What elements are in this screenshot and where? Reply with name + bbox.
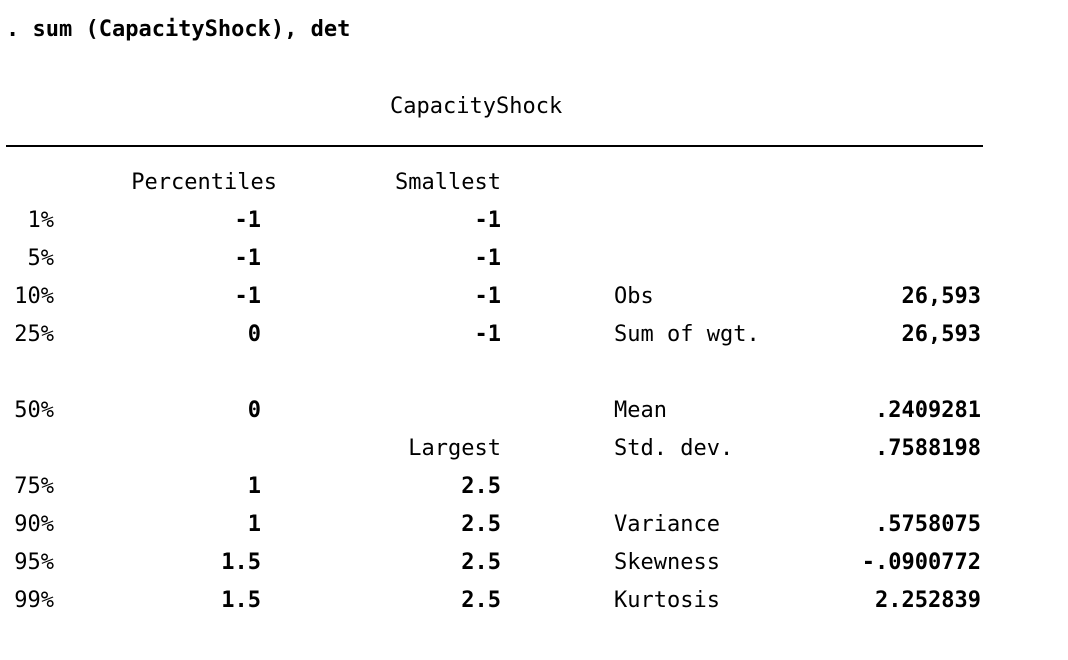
stat-value-obs: 26,593 <box>901 284 981 309</box>
largest-value: 2.5 <box>461 512 501 537</box>
percentile-value: -1 <box>234 208 262 233</box>
stat-label-variance: Variance <box>614 512 720 537</box>
percentile-value: -1 <box>234 246 262 271</box>
stat-label-mean: Mean <box>614 398 667 423</box>
stat-value-std-dev: .7588198 <box>875 436 981 461</box>
stat-label-kurtosis: Kurtosis <box>614 588 720 613</box>
percentile-value: 1 <box>247 512 261 537</box>
pct-label: 99% <box>14 588 54 613</box>
pct-label: 90% <box>14 512 54 537</box>
pct-label: 1% <box>27 208 55 233</box>
header-divider <box>6 145 983 147</box>
largest-value: 2.5 <box>461 550 501 575</box>
percentile-value: 0 <box>247 398 261 423</box>
smallest-value: -1 <box>474 322 502 347</box>
smallest-header: Smallest <box>395 170 501 195</box>
pct-label: 50% <box>14 398 54 423</box>
percentile-value: -1 <box>234 284 262 309</box>
stat-value-kurtosis: 2.252839 <box>875 588 981 613</box>
pct-label: 95% <box>14 550 54 575</box>
pct-label: 5% <box>27 246 55 271</box>
percentile-value: 0 <box>247 322 261 347</box>
percentiles-header: Percentiles <box>131 170 277 195</box>
pct-label: 10% <box>14 284 54 309</box>
stat-label-skewness: Skewness <box>614 550 720 575</box>
largest-value: 2.5 <box>461 588 501 613</box>
command-line: . sum (CapacityShock), det <box>6 17 351 42</box>
largest-value: 2.5 <box>461 474 501 499</box>
percentile-value: 1.5 <box>221 588 261 613</box>
stat-value-skewness: -.0900772 <box>861 550 981 575</box>
percentile-value: 1.5 <box>221 550 261 575</box>
variable-title: CapacityShock <box>390 94 563 119</box>
largest-header: Largest <box>408 436 501 461</box>
stat-value-sum-of-wgt: 26,593 <box>901 322 981 347</box>
pct-label: 25% <box>14 322 54 347</box>
stat-label-std-dev: Std. dev. <box>614 436 734 461</box>
percentile-value: 1 <box>247 474 261 499</box>
smallest-value: -1 <box>474 208 502 233</box>
pct-label: 75% <box>14 474 54 499</box>
stat-label-sum-of-wgt: Sum of wgt. <box>614 322 760 347</box>
stat-value-mean: .2409281 <box>875 398 981 423</box>
stat-value-variance: .5758075 <box>875 512 981 537</box>
smallest-value: -1 <box>474 246 502 271</box>
smallest-value: -1 <box>474 284 502 309</box>
stat-label-obs: Obs <box>614 284 654 309</box>
